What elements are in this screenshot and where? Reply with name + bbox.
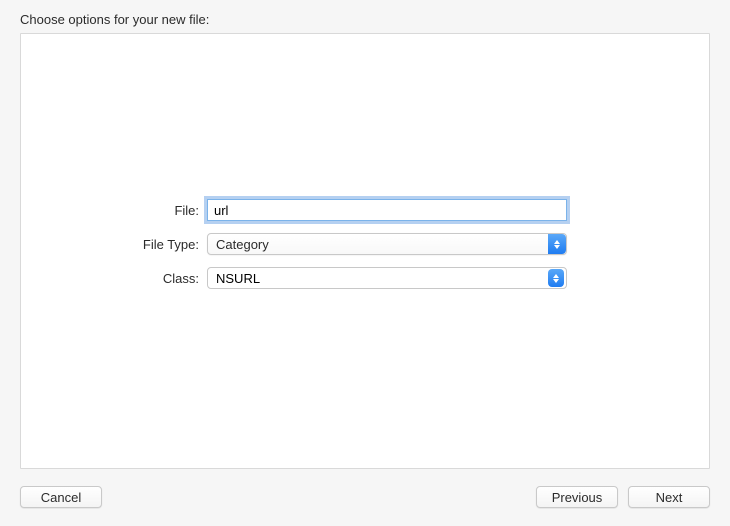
class-label: Class: [21, 271, 207, 286]
file-row: File: [21, 198, 709, 222]
updown-stepper-icon[interactable] [548, 269, 564, 287]
file-type-row: File Type: Category [21, 232, 709, 256]
file-type-popup[interactable]: Category [207, 233, 567, 255]
new-file-options-sheet: Choose options for your new file: File: … [0, 0, 730, 526]
updown-stepper-icon [548, 234, 566, 254]
file-input[interactable] [207, 199, 567, 221]
class-row: Class: [21, 266, 709, 290]
cancel-button[interactable]: Cancel [20, 486, 102, 508]
class-input[interactable] [207, 267, 567, 289]
options-form: File: File Type: Category [21, 198, 709, 300]
previous-button[interactable]: Previous [536, 486, 618, 508]
sheet-heading: Choose options for your new file: [20, 12, 209, 27]
footer-buttons: Cancel Previous Next [0, 486, 730, 510]
class-combobox[interactable] [207, 267, 567, 289]
file-type-label: File Type: [21, 237, 207, 252]
content-frame: File: File Type: Category [20, 33, 710, 469]
file-label: File: [21, 203, 207, 218]
file-type-value: Category [216, 237, 269, 252]
next-button[interactable]: Next [628, 486, 710, 508]
